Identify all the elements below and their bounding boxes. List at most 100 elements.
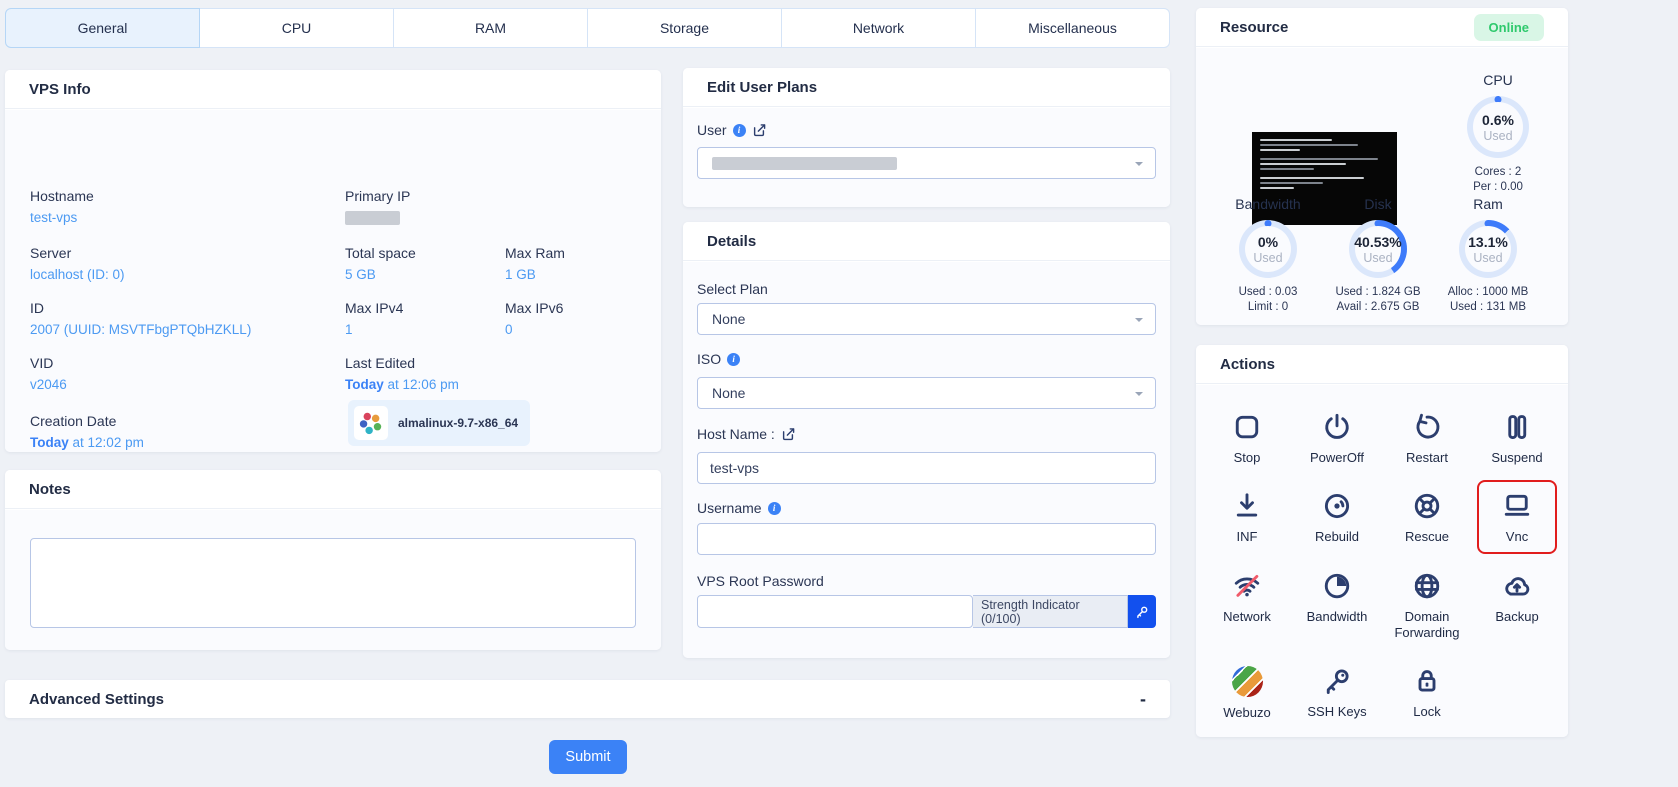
resource-title: Resource [1220, 18, 1289, 36]
action-poweroff[interactable]: PowerOff [1297, 401, 1377, 474]
submit-button[interactable]: Submit [549, 740, 627, 774]
hostname-value[interactable]: test-vps [30, 209, 77, 227]
tab-label: General [77, 20, 128, 36]
advanced-settings-bar[interactable]: Advanced Settings - [5, 680, 1170, 718]
webuzo-logo [1231, 666, 1263, 697]
ram-gauge-block: Ram 13.1% Used Alloc : 1000 MB Used : 13… [1436, 196, 1540, 315]
username-input[interactable] [697, 523, 1156, 555]
os-template-badge[interactable]: almalinux-9.7-x86_64 [348, 400, 531, 446]
action-rebuild[interactable]: Rebuild [1297, 480, 1377, 553]
pause-icon [1508, 415, 1527, 439]
max-ipv6-value[interactable]: 0 [505, 321, 513, 339]
vps-root-password-label: VPS Root Password [697, 573, 824, 589]
tab-label: Network [852, 20, 905, 36]
details-card: Details Select Plan None ISO i None Host… [683, 222, 1170, 658]
action-backup[interactable]: Backup [1477, 560, 1557, 650]
action-lock[interactable]: Lock [1387, 655, 1467, 729]
collapse-toggle[interactable]: - [1140, 689, 1146, 710]
vps-info-title: VPS Info [29, 80, 91, 98]
almalinux-logo-icon [354, 406, 388, 440]
max-ram-value[interactable]: 1 GB [505, 266, 536, 284]
action-suspend[interactable]: Suspend [1477, 401, 1557, 474]
action-label: INF [1236, 529, 1258, 545]
vps-info-card: VPS Info Hostname test-vps Server localh… [5, 70, 661, 452]
chevron-down-icon [1135, 392, 1143, 400]
last-edited-value: Today at 12:06 pm [345, 377, 459, 392]
action-label: Network [1223, 608, 1271, 624]
action-domain-forwarding[interactable]: Domain Forwarding [1382, 560, 1472, 650]
wifi-off-icon [1234, 574, 1260, 597]
edit-icon[interactable] [752, 123, 767, 138]
notes-textarea[interactable] [30, 538, 636, 628]
action-rescue[interactable]: Rescue [1387, 480, 1467, 553]
hostname-label: Hostname [30, 188, 94, 204]
chevron-down-icon [1135, 318, 1143, 326]
action-label: Lock [1413, 704, 1441, 719]
action-restart[interactable]: Restart [1387, 401, 1467, 474]
server-value[interactable]: localhost (ID: 0) [30, 266, 125, 284]
notes-card: Notes [5, 470, 661, 650]
chevron-down-icon [1135, 162, 1143, 170]
tab-miscellaneous[interactable]: Miscellaneous [975, 8, 1170, 48]
action-label: Restart [1406, 450, 1448, 465]
host-name-label: Host Name : [697, 426, 796, 442]
action-label: Domain Forwarding [1394, 608, 1460, 640]
total-space-value[interactable]: 5 GB [345, 266, 376, 284]
tab-label: Miscellaneous [1028, 20, 1117, 36]
disk-gauge: 40.53% Used [1349, 220, 1407, 278]
total-space-label: Total space [345, 245, 416, 261]
action-label: Stop [1233, 450, 1261, 465]
user-label: User i [697, 122, 767, 138]
edit-icon[interactable] [781, 427, 796, 442]
edit-user-plans-body: User i [683, 108, 1170, 207]
primary-ip-label: Primary IP [345, 188, 411, 204]
max-ipv4-value[interactable]: 1 [345, 321, 353, 339]
action-label: Webuzo [1223, 705, 1271, 720]
last-edited-label: Last Edited [345, 355, 416, 371]
tab-storage[interactable]: Storage [587, 8, 782, 48]
gauge-stats: Used : 0.03 Limit : 0 [1238, 286, 1298, 313]
action-bandwidth[interactable]: Bandwidth [1297, 560, 1377, 650]
select-plan-dropdown[interactable]: None [697, 303, 1156, 335]
cpu-gauge-block: CPU 0.6% Used Cores : 2 Per : 0.00 [1448, 72, 1548, 195]
action-inf[interactable]: INF [1207, 480, 1287, 553]
action-ssh-keys[interactable]: SSH Keys [1297, 655, 1377, 729]
disc-icon [1324, 494, 1350, 519]
host-name-input[interactable] [697, 452, 1156, 484]
generate-password-button[interactable] [1128, 595, 1156, 628]
tab-general[interactable]: General [5, 8, 200, 48]
vps-root-password-input[interactable] [697, 595, 973, 628]
action-stop[interactable]: Stop [1207, 401, 1287, 474]
globe-icon [1414, 573, 1440, 598]
gauge-title: CPU [1483, 72, 1513, 88]
info-icon[interactable]: i [727, 352, 741, 366]
iso-dropdown[interactable]: None [697, 377, 1156, 409]
creation-date-label: Creation Date [30, 413, 117, 429]
action-network[interactable]: Network [1207, 560, 1287, 650]
tab-label: Storage [659, 20, 710, 36]
bandwidth-gauge: 0% Used [1239, 220, 1297, 278]
action-vnc[interactable]: Vnc [1477, 480, 1557, 554]
id-value[interactable]: 2007 (UUID: MSVTFbgPTQbHZKLL) [30, 321, 251, 339]
info-icon[interactable]: i [732, 123, 746, 137]
action-webuzo[interactable]: Webuzo [1207, 655, 1287, 729]
status-badge: Online [1473, 13, 1544, 41]
key-icon [1326, 669, 1349, 694]
vid-value[interactable]: v2046 [30, 376, 67, 394]
info-icon[interactable]: i [767, 501, 781, 515]
gauge-title: Ram [1473, 196, 1503, 212]
tab-ram[interactable]: RAM [393, 8, 588, 48]
tab-cpu[interactable]: CPU [199, 8, 394, 48]
restart-icon [1416, 413, 1440, 439]
tab-label: CPU [281, 20, 312, 36]
edit-user-plans-card: Edit User Plans User i [683, 68, 1170, 207]
user-dropdown[interactable] [697, 147, 1156, 179]
action-label: Backup [1495, 608, 1539, 624]
stop-icon [1235, 415, 1259, 439]
tab-network[interactable]: Network [781, 8, 976, 48]
power-icon [1325, 413, 1349, 439]
gauge-stats: Cores : 2 Per : 0.00 [1473, 166, 1523, 193]
cloud-upload-icon [1505, 576, 1530, 595]
strength-indicator: Strength Indicator (0/100) [973, 595, 1128, 628]
action-label: Rebuild [1314, 529, 1360, 545]
